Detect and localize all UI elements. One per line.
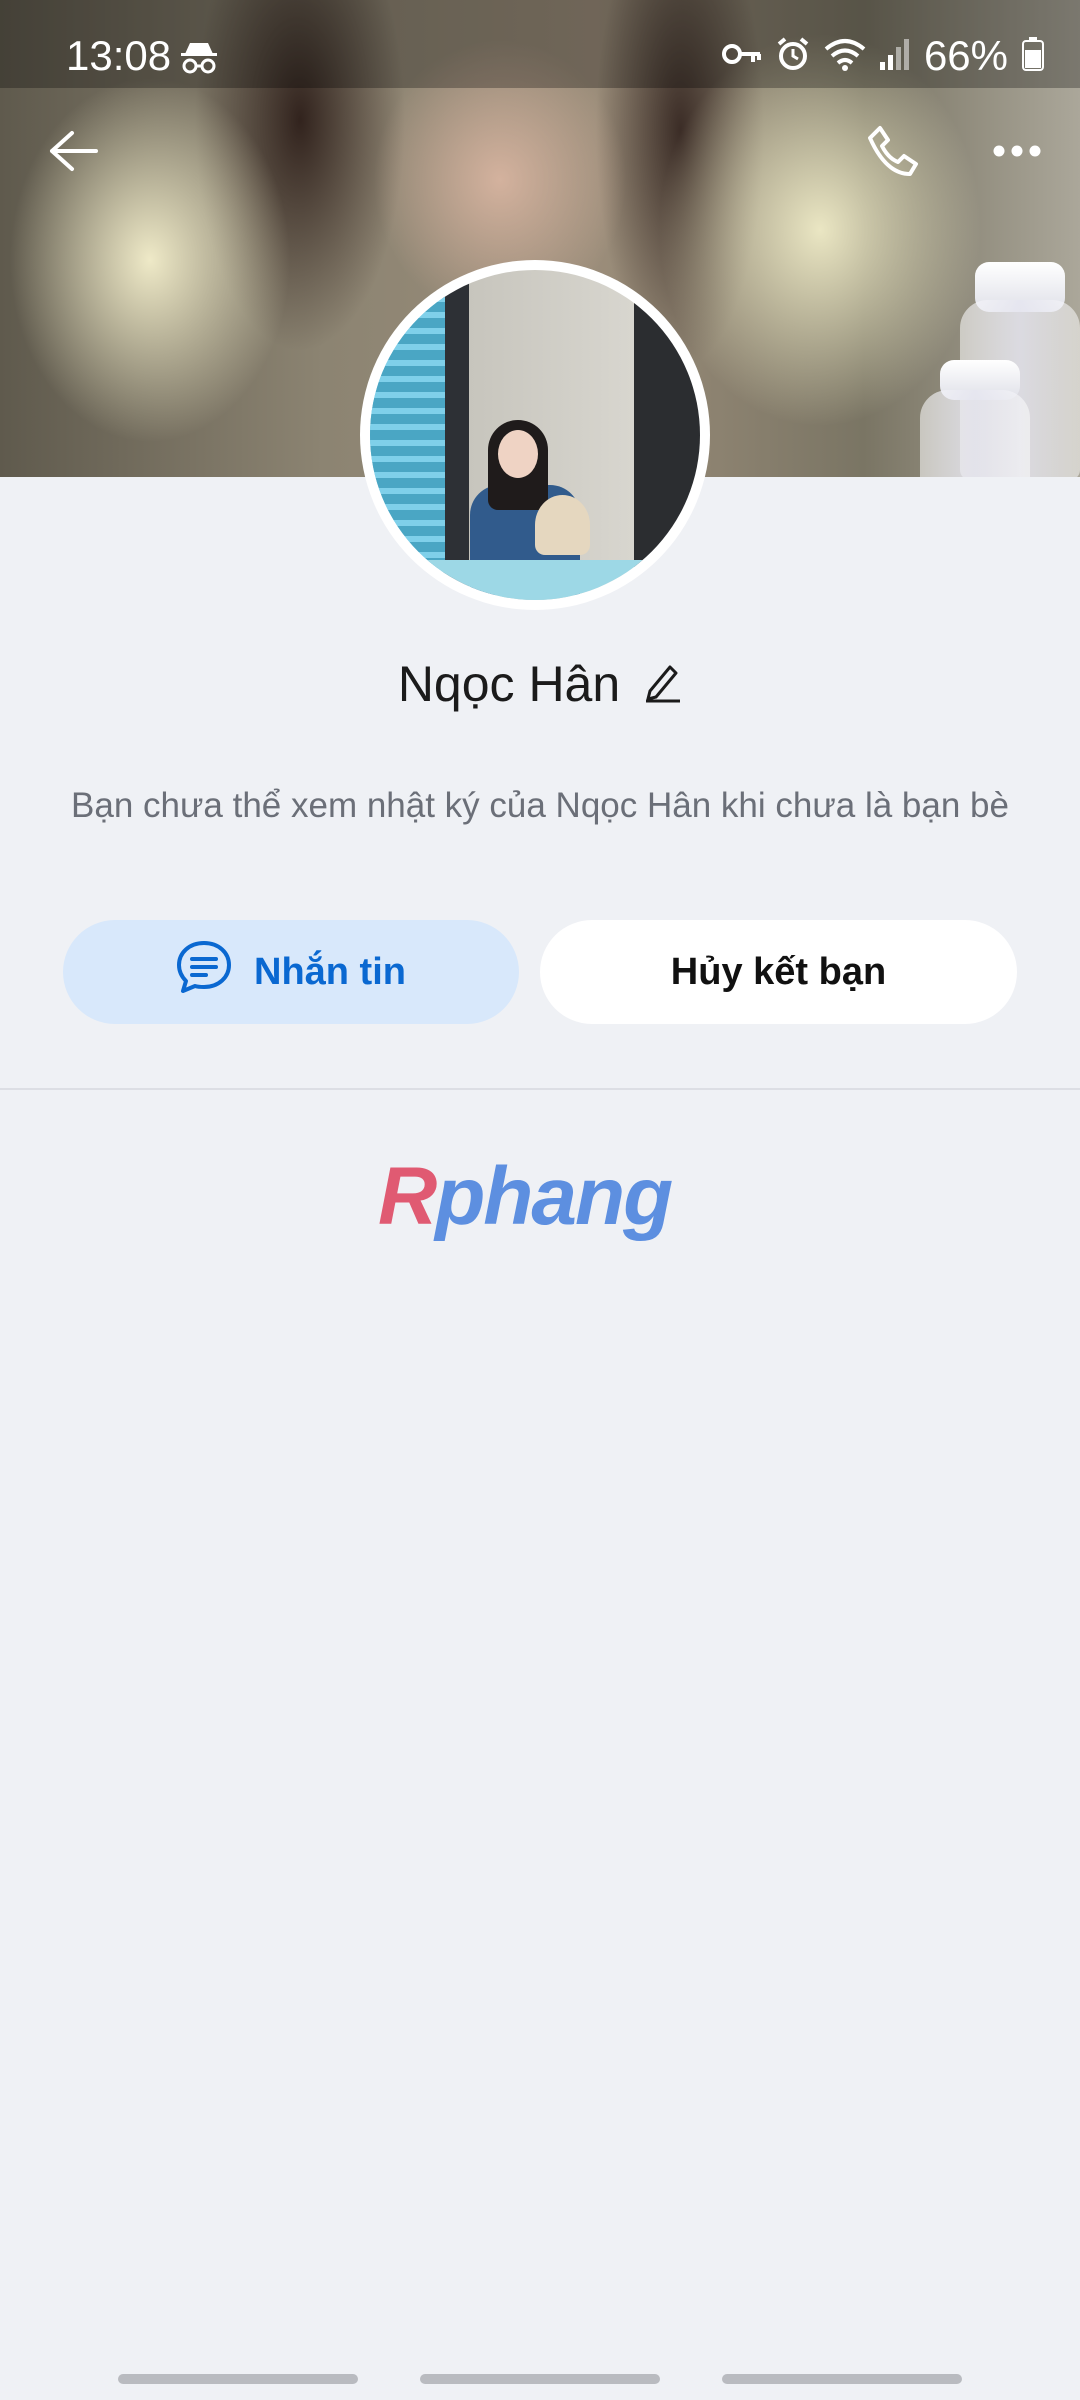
signal-icon (879, 38, 910, 75)
unfriend-button-label: Hủy kết bạn (670, 950, 887, 993)
incognito-icon (180, 40, 218, 81)
phone-icon (866, 124, 920, 183)
back-button[interactable] (38, 118, 108, 188)
battery-percent: 66% (923, 32, 1008, 79)
battery-icon (1022, 36, 1044, 76)
call-button[interactable] (858, 118, 928, 188)
message-button[interactable]: Nhắn tin (63, 920, 519, 1024)
edit-name-button[interactable] (644, 661, 682, 708)
divider (0, 1088, 1080, 1090)
back-arrow-icon (48, 129, 98, 178)
nav-back-button[interactable] (722, 2374, 962, 2384)
nav-home-button[interactable] (420, 2374, 660, 2384)
nav-recents-button[interactable] (118, 2374, 358, 2384)
more-icon (992, 144, 1042, 163)
more-button[interactable] (982, 118, 1052, 188)
avatar[interactable] (360, 260, 710, 610)
avatar-image (370, 270, 700, 600)
wifi-icon (824, 37, 866, 76)
friend-diary-notice: Bạn chưa thể xem nhật ký của Nqọc Hân kh… (71, 786, 1009, 825)
status-time: 13:08 (66, 32, 172, 79)
watermark-logo: Rphang (378, 1151, 673, 1242)
status-bar: 13:08 66% (0, 0, 1080, 88)
status-icons: 66% (721, 32, 1044, 80)
key-icon (721, 41, 762, 72)
pencil-icon (644, 665, 682, 707)
profile-name-row: Nqọc Hân (0, 655, 1080, 713)
chat-bubble-icon (176, 940, 232, 1004)
unfriend-button[interactable]: Hủy kết bạn (540, 920, 1017, 1024)
alarm-icon (776, 36, 810, 76)
message-button-label: Nhắn tin (254, 950, 406, 993)
profile-name: Nqọc Hân (397, 656, 621, 712)
